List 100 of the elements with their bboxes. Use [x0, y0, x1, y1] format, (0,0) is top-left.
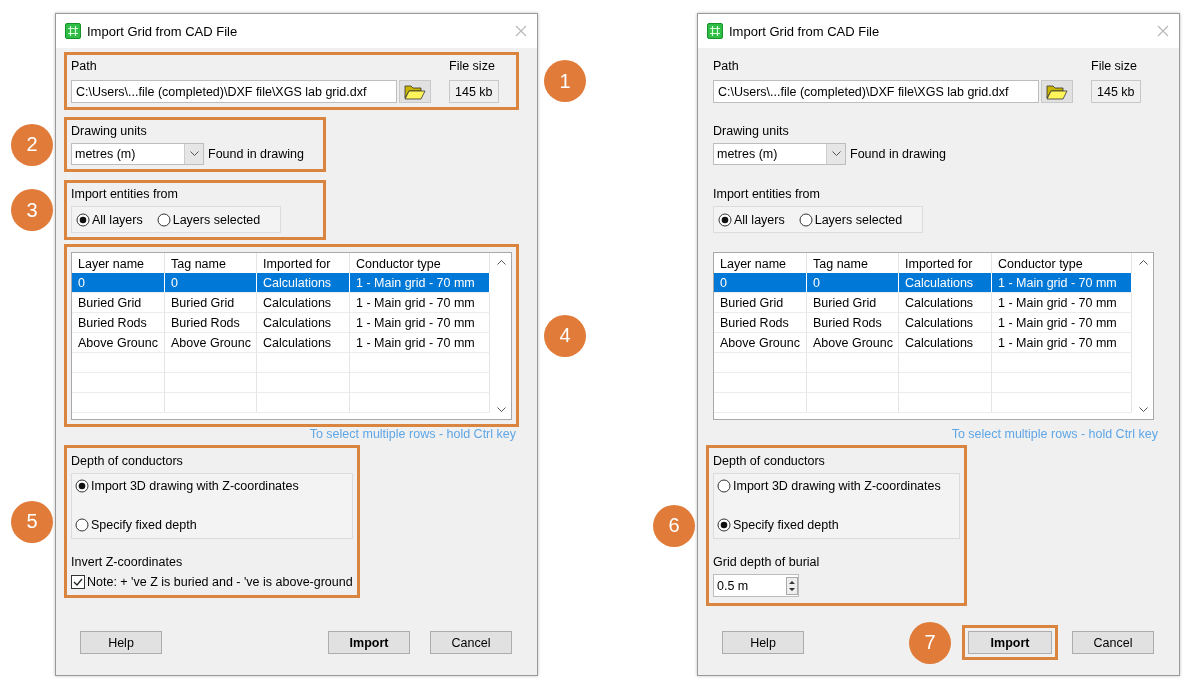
table-cell[interactable]: Above Grounc — [714, 333, 807, 353]
radio-label[interactable]: All layers — [734, 212, 785, 227]
table-cell[interactable]: Buried Grid — [807, 293, 899, 313]
radio-icon[interactable] — [717, 479, 731, 493]
field-label: Path — [713, 59, 740, 74]
step-number: 7 — [909, 621, 951, 664]
radio-label[interactable]: All layers — [92, 212, 143, 227]
field-label: Invert Z-coordinates — [71, 555, 184, 570]
table-cell[interactable]: 0 — [165, 273, 257, 293]
units-note: Found in drawing — [850, 147, 946, 161]
field-label: Import entities from — [71, 187, 179, 202]
table-cell[interactable]: 0 — [714, 273, 807, 293]
table-cell[interactable]: 0 — [72, 273, 165, 293]
table-cell[interactable]: Buried Rods — [714, 313, 807, 333]
radio-label[interactable]: Specify fixed depth — [91, 518, 197, 532]
table-cell[interactable]: Buried Grid — [165, 293, 257, 313]
window-title: Import Grid from CAD File — [729, 23, 881, 39]
radio-label[interactable]: Specify fixed depth — [733, 518, 839, 532]
field-label: Path — [71, 59, 98, 74]
step-number: 2 — [11, 123, 53, 166]
table-cell[interactable]: Calculations — [257, 333, 350, 353]
dialog-button[interactable]: Import — [962, 625, 1058, 660]
file-size-field: 145 kb — [1091, 80, 1141, 103]
step-number: 6 — [653, 504, 695, 547]
step-number: 5 — [11, 500, 53, 543]
hint-text: To select multiple rows - hold Ctrl key — [309, 427, 516, 442]
field-label: Drawing units — [71, 124, 148, 139]
table-cell[interactable]: Buried Rods — [72, 313, 165, 333]
table-cell[interactable]: Above Grounc — [72, 333, 165, 353]
field-label: File size — [1091, 59, 1138, 74]
radio-selected-icon[interactable] — [75, 479, 89, 493]
field-label: Depth of conductors — [713, 454, 826, 469]
radio-label[interactable]: Layers selected — [814, 212, 903, 227]
table-cell[interactable]: Calculations — [257, 273, 350, 293]
checkbox-checked-icon[interactable] — [71, 575, 85, 589]
grid-icon — [707, 23, 723, 39]
file-size-field: 145 kb — [449, 80, 499, 103]
table-cell[interactable]: Above Grounc — [165, 333, 257, 353]
table-cell[interactable]: Buried Grid — [714, 293, 807, 313]
folder-icon — [1046, 83, 1068, 100]
dialog-button[interactable]: Import — [328, 631, 410, 654]
scroll-up-icon[interactable] — [1138, 259, 1148, 265]
table-cell[interactable]: 1 - Main grid - 70 mm — [350, 313, 490, 333]
path-field[interactable]: C:\Users\...file (completed)\DXF file\XGS lab grid.dxf — [71, 80, 397, 103]
step-number: 4 — [544, 314, 586, 357]
hint-text: To select multiple rows - hold Ctrl key — [951, 427, 1158, 442]
field-label: File size — [449, 59, 496, 74]
scroll-up-icon[interactable] — [496, 259, 506, 265]
spin-arrows-icon[interactable] — [786, 576, 798, 595]
dialog-button[interactable]: Cancel — [430, 631, 512, 654]
table-cell[interactable]: Buried Rods — [165, 313, 257, 333]
table-cell[interactable]: 0 — [807, 273, 899, 293]
radio-selected-icon[interactable] — [76, 212, 90, 227]
table-cell[interactable]: Calculations — [899, 313, 992, 333]
radio-icon[interactable] — [156, 212, 171, 227]
table-cell[interactable]: 1 - Main grid - 70 mm — [992, 313, 1132, 333]
path-field[interactable]: C:\Users\...file (completed)\DXF file\XGS lab grid.dxf — [713, 80, 1039, 103]
radio-label[interactable]: Import 3D drawing with Z-coordinates — [91, 479, 299, 493]
radio-icon[interactable] — [75, 518, 89, 532]
step-number: 1 — [544, 60, 586, 102]
table-cell[interactable]: Calculations — [899, 273, 992, 293]
table-cell[interactable]: 1 - Main grid - 70 mm — [992, 273, 1132, 293]
radio-selected-icon[interactable] — [718, 212, 732, 227]
browse-button[interactable] — [1041, 80, 1073, 103]
table-cell[interactable]: Calculations — [257, 293, 350, 313]
table-cell[interactable]: 1 - Main grid - 70 mm — [350, 273, 490, 293]
table-cell[interactable]: Buried Rods — [807, 313, 899, 333]
scroll-down-icon[interactable] — [496, 407, 506, 413]
table-cell[interactable]: 1 - Main grid - 70 mm — [350, 333, 490, 353]
grid-icon — [65, 23, 81, 39]
table-cell[interactable]: 1 - Main grid - 70 mm — [992, 333, 1132, 353]
dialog-button[interactable]: Cancel — [1072, 631, 1154, 654]
radio-selected-icon[interactable] — [717, 518, 731, 532]
table-cell[interactable]: Calculations — [899, 293, 992, 313]
dialog-button[interactable]: Help — [80, 631, 162, 654]
field-label: Import entities from — [713, 187, 821, 202]
folder-icon — [404, 83, 426, 100]
field-label: Grid depth of burial — [713, 555, 821, 570]
window-title: Import Grid from CAD File — [87, 23, 239, 39]
checkbox-label[interactable]: Note: + 've Z is buried and - 've is above-ground — [87, 575, 353, 589]
table-cell[interactable]: Above Grounc — [807, 333, 899, 353]
chevron-down-icon — [189, 151, 199, 157]
units-dropdown[interactable]: metres (m) — [71, 143, 204, 165]
browse-button[interactable] — [399, 80, 431, 103]
dialog-button[interactable]: Help — [722, 631, 804, 654]
units-dropdown[interactable]: metres (m) — [713, 143, 846, 165]
table-cell[interactable]: Calculations — [257, 313, 350, 333]
units-note: Found in drawing — [208, 147, 304, 161]
radio-label[interactable]: Import 3D drawing with Z-coordinates — [733, 479, 941, 493]
depth-spinner[interactable]: 0.5 m — [713, 574, 799, 597]
field-label: Depth of conductors — [71, 454, 184, 469]
radio-icon[interactable] — [798, 212, 813, 227]
field-label: Drawing units — [713, 124, 790, 139]
table-cell[interactable]: Calculations — [899, 333, 992, 353]
radio-label[interactable]: Layers selected — [172, 212, 261, 227]
scroll-down-icon[interactable] — [1138, 407, 1148, 413]
table-cell[interactable]: Buried Grid — [72, 293, 165, 313]
table-cell[interactable]: 1 - Main grid - 70 mm — [992, 293, 1132, 313]
table-cell[interactable]: 1 - Main grid - 70 mm — [350, 293, 490, 313]
chevron-down-icon — [831, 151, 841, 157]
